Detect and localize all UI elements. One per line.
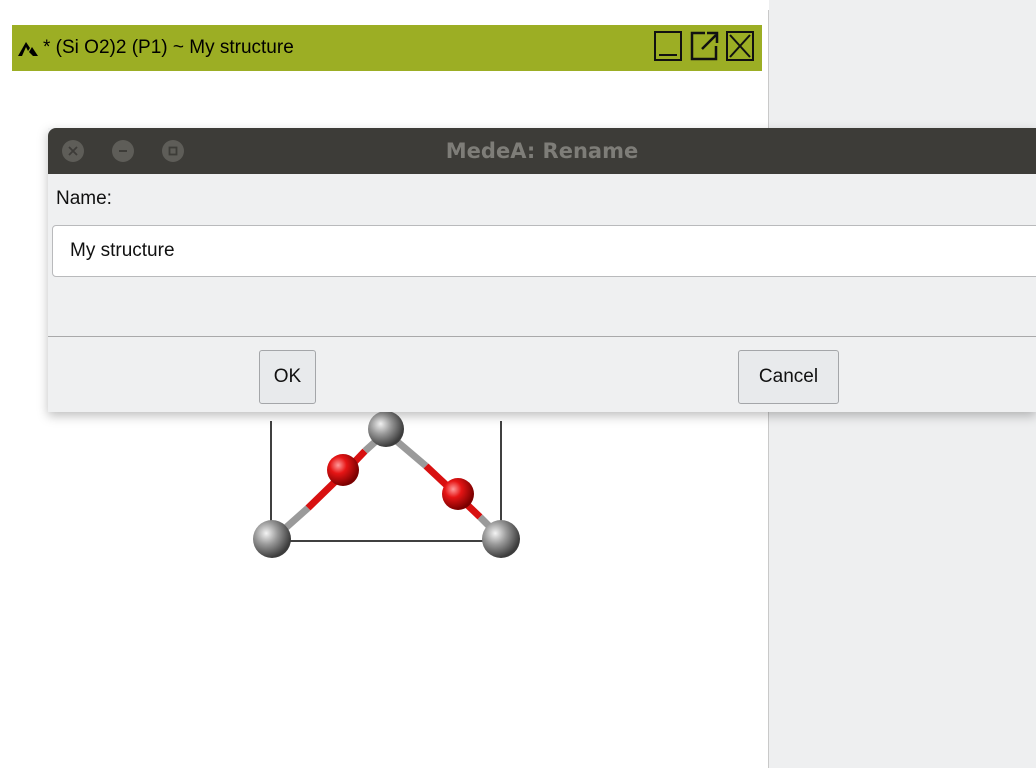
name-label: Name: <box>56 188 112 209</box>
o-atom <box>442 478 474 510</box>
detach-icon[interactable] <box>688 29 720 63</box>
dialog-titlebar[interactable]: MedeA: Rename <box>48 128 1036 174</box>
medea-logo-icon <box>17 38 39 58</box>
o-atom <box>327 454 359 486</box>
si-atom <box>253 520 291 558</box>
cancel-button[interactable]: Cancel <box>738 350 839 404</box>
name-input[interactable] <box>52 225 1036 277</box>
minimize-icon[interactable] <box>652 29 684 63</box>
rename-dialog: MedeA: Rename Name: OK Cancel <box>48 128 1036 412</box>
si-atom <box>482 520 520 558</box>
structure-titlebar[interactable]: * (Si O2)2 (P1) ~ My structure <box>12 25 762 71</box>
si-atom <box>368 411 404 447</box>
dialog-title: MedeA: Rename <box>445 139 639 163</box>
separator <box>48 336 1036 337</box>
structure-window-title: * (Si O2)2 (P1) ~ My structure <box>43 37 294 58</box>
ok-button[interactable]: OK <box>259 350 316 404</box>
close-icon[interactable] <box>724 29 756 63</box>
